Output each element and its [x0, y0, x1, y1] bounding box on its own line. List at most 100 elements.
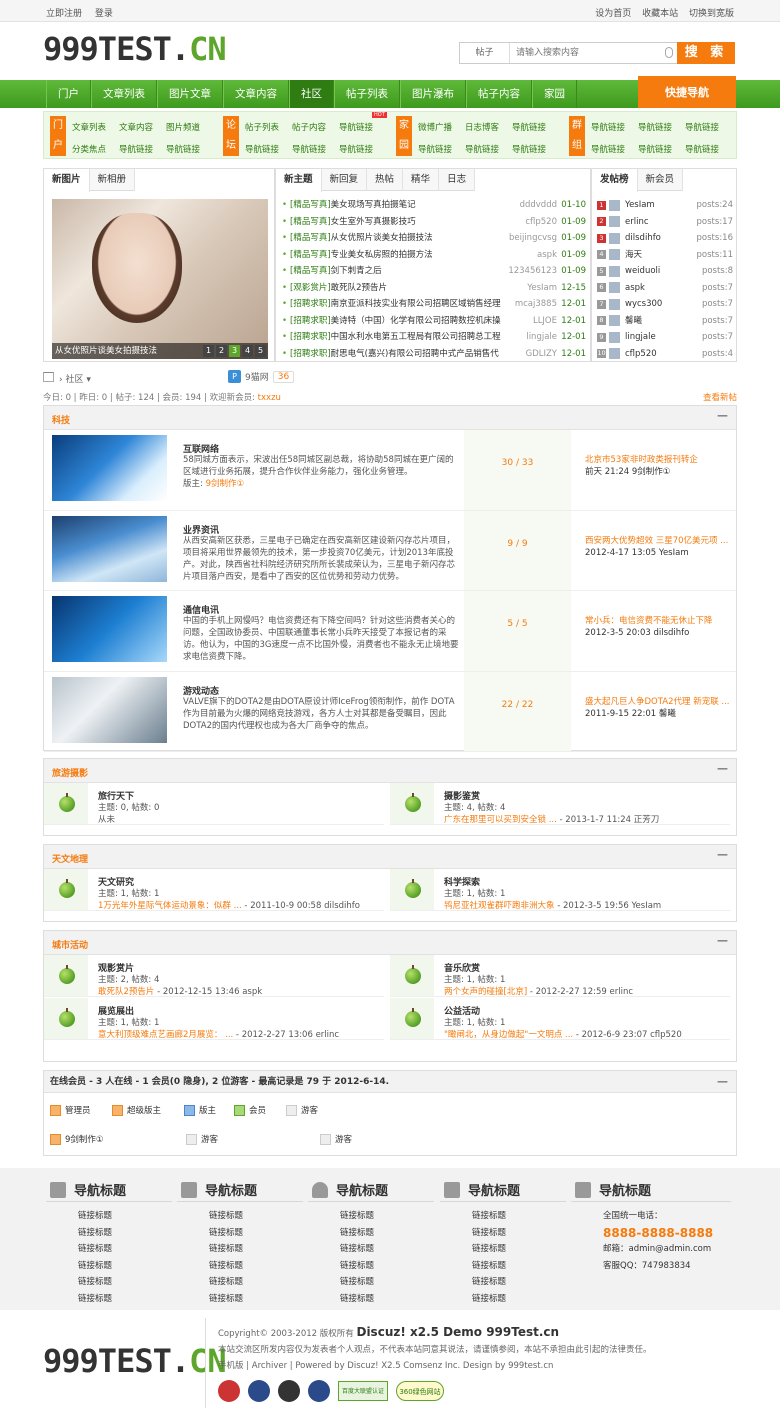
- footer-link[interactable]: 链接标题: [209, 1274, 303, 1291]
- rank-row[interactable]: 8 馨曦 posts:7: [597, 313, 733, 330]
- last-post-title[interactable]: 北京市53家非时政类报刊转企: [585, 454, 733, 466]
- rank-row[interactable]: 6 aspk posts:7: [597, 280, 733, 297]
- login-link[interactable]: 登录: [95, 9, 113, 19]
- rank-user[interactable]: 海天: [625, 247, 697, 264]
- baidu-badge[interactable]: 百度大联盟认证: [338, 1381, 388, 1401]
- subnav-link[interactable]: 分类焦点: [72, 144, 119, 156]
- topic-author[interactable]: aspk: [537, 247, 557, 264]
- nav-item-thread-content[interactable]: 帖子内容: [466, 80, 532, 108]
- footer-link[interactable]: 链接标题: [340, 1291, 434, 1308]
- collapse-icon[interactable]: —: [717, 1071, 728, 1093]
- subnav-link[interactable]: 文章列表: [72, 122, 119, 134]
- collapse-icon[interactable]: —: [717, 409, 728, 422]
- topic-row[interactable]: • [精品写真] 专业美女私房照的拍摄方法 aspk 01-09: [282, 247, 586, 264]
- footer-link[interactable]: 链接标题: [78, 1258, 172, 1275]
- nav-item-picture-article[interactable]: 图片文章: [157, 80, 223, 108]
- last-post-title[interactable]: 意大利顶级难点艺画廊2月展览： ...: [98, 1030, 233, 1040]
- slide-page-4[interactable]: 4: [242, 345, 253, 357]
- topic-category[interactable]: [招聘求职]: [290, 313, 331, 330]
- topic-category[interactable]: [观影赏片]: [290, 280, 331, 297]
- avatar[interactable]: [609, 282, 620, 294]
- slide-page-2[interactable]: 2: [216, 345, 227, 357]
- tab-new-topics[interactable]: 新主题: [276, 169, 322, 192]
- last-post-title[interactable]: "瞰闸北，从身边做起"一文明点 ...: [444, 1030, 573, 1040]
- collapse-icon[interactable]: —: [717, 848, 728, 861]
- footer-link[interactable]: 链接标题: [78, 1208, 172, 1225]
- topic-row[interactable]: • [观影赏片] 敢死队2预告片 YesIam 12-15: [282, 280, 586, 297]
- collapse-icon[interactable]: —: [717, 762, 728, 775]
- wide-toggle-link[interactable]: 切换到宽版: [689, 9, 734, 19]
- topic-row[interactable]: • [招聘求职] 南京亚派科技实业有限公司招聘区域销售经理 mcaj3885 12-01: [282, 296, 586, 313]
- tab-new-pictures[interactable]: 新图片: [44, 169, 90, 192]
- rank-row[interactable]: 4 海天 posts:11: [597, 247, 733, 264]
- topic-title[interactable]: 耐思电气(嘉兴)有限公司招聘中式产品销售代: [331, 346, 522, 363]
- search-input[interactable]: [516, 43, 666, 63]
- footer-link[interactable]: 链接标题: [78, 1291, 172, 1308]
- footer-link[interactable]: 链接标题: [472, 1225, 566, 1242]
- rank-user[interactable]: 馨曦: [625, 313, 702, 330]
- avatar[interactable]: [609, 199, 620, 211]
- bookmark-link[interactable]: 收藏本站: [642, 9, 678, 19]
- powered-by[interactable]: 手机版 | Archiver | Powered by Discuz! X2.5…: [218, 1358, 652, 1374]
- tab-post-ranking[interactable]: 发帖榜: [592, 169, 638, 192]
- subnav-link[interactable]: 导航链接: [638, 144, 685, 156]
- subnav-link[interactable]: 帖子内容: [292, 122, 339, 134]
- apple-icon[interactable]: [59, 1008, 75, 1027]
- footer-link[interactable]: 链接标题: [78, 1274, 172, 1291]
- section-title[interactable]: 科技: [52, 413, 70, 426]
- search-type-select[interactable]: 帖子: [460, 43, 510, 63]
- nav-item-article-content[interactable]: 文章内容: [223, 80, 289, 108]
- tab-new-replies[interactable]: 新回复: [322, 169, 368, 191]
- avatar[interactable]: [609, 249, 620, 261]
- last-post-title[interactable]: 盛大起凡巨人争DOTA2代理 新宠联 ...: [585, 696, 733, 708]
- subnav-link[interactable]: 图片频道: [166, 122, 213, 134]
- footer-link[interactable]: 链接标题: [209, 1258, 303, 1275]
- topic-category[interactable]: [招聘求职]: [290, 296, 331, 313]
- topic-author[interactable]: GDLIZY: [526, 346, 557, 363]
- nav-item-waterfall[interactable]: 图片瀑布: [400, 80, 466, 108]
- subnav-link[interactable]: 导航链接: [292, 144, 339, 156]
- topic-author[interactable]: cflp520: [525, 214, 557, 231]
- nav-item-home[interactable]: 家园: [532, 80, 577, 108]
- footer-link[interactable]: 链接标题: [209, 1225, 303, 1242]
- apple-icon[interactable]: [59, 965, 75, 984]
- topic-row[interactable]: • [精品写真] 女生室外写真摄影技巧 cflp520 01-09: [282, 214, 586, 231]
- apple-icon[interactable]: [405, 793, 421, 812]
- search-button[interactable]: 搜 索: [677, 42, 735, 64]
- subnav-link[interactable]: 帖子列表: [245, 122, 292, 134]
- footer-link[interactable]: 链接标题: [78, 1241, 172, 1258]
- apple-icon[interactable]: [405, 879, 421, 898]
- set-homepage-link[interactable]: 设为首页: [595, 9, 631, 19]
- avatar[interactable]: [609, 331, 620, 343]
- avatar[interactable]: [609, 348, 620, 360]
- rank-row[interactable]: 3 dilsdihfo posts:16: [597, 230, 733, 247]
- topic-category[interactable]: [精品写真]: [290, 247, 331, 264]
- register-link[interactable]: 立即注册: [46, 9, 82, 19]
- subnav-link[interactable]: 导航链接: [166, 144, 213, 156]
- subnav-link[interactable]: 文章内容: [119, 122, 166, 134]
- topic-author[interactable]: 123456123: [508, 263, 557, 280]
- tab-new-albums[interactable]: 新相册: [90, 169, 136, 191]
- topic-row[interactable]: • [招聘求职] 耐思电气(嘉兴)有限公司招聘中式产品销售代 GDLIZY 12-01: [282, 346, 586, 363]
- apple-icon[interactable]: [59, 793, 75, 812]
- section-title[interactable]: 城市活动: [52, 938, 88, 951]
- avatar[interactable]: [609, 298, 620, 310]
- trust-badge-icon[interactable]: [278, 1380, 300, 1402]
- rank-user[interactable]: aspk: [625, 280, 702, 297]
- breadcrumb-path[interactable]: › 社区 ▾: [59, 372, 91, 385]
- section-title[interactable]: 旅游摄影: [52, 766, 88, 779]
- topic-author[interactable]: LLJOE: [533, 313, 557, 330]
- topic-category[interactable]: [招聘求职]: [290, 346, 331, 363]
- forum-thumbnail[interactable]: [52, 596, 167, 662]
- tab-new-members[interactable]: 新会员: [638, 169, 684, 191]
- footer-link[interactable]: 链接标题: [340, 1241, 434, 1258]
- footer-link[interactable]: 链接标题: [340, 1258, 434, 1275]
- footer-link[interactable]: 链接标题: [209, 1208, 303, 1225]
- footer-link[interactable]: 链接标题: [340, 1208, 434, 1225]
- newest-member-link[interactable]: txxzu: [258, 393, 281, 403]
- subnav-link[interactable]: 日志博客: [465, 122, 512, 134]
- topic-row[interactable]: • [精品写真] 美女现场写真拍摄笔记 dddvddd 01-10: [282, 197, 586, 214]
- topic-author[interactable]: YesIam: [527, 280, 557, 297]
- forum-thumbnail[interactable]: [52, 435, 167, 501]
- subnav-link[interactable]: 导航链接: [245, 144, 292, 156]
